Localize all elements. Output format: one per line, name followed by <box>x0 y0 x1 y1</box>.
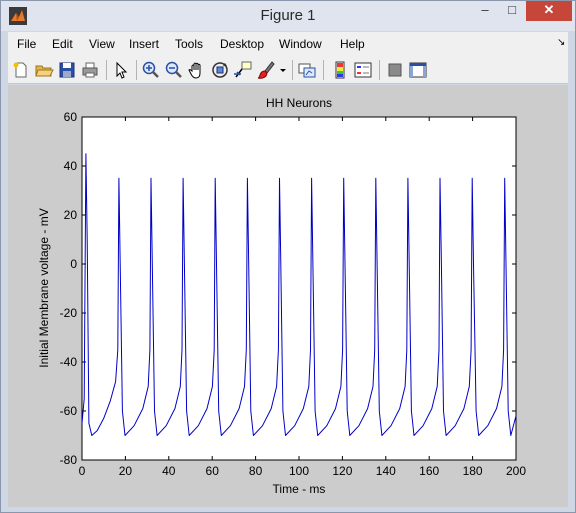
y-axis-label: Initial Membrane voltage - mV <box>37 208 51 367</box>
menu-file[interactable]: File <box>17 37 36 51</box>
figure-window: Figure 1 – □ ✕ File Edit View Insert Too… <box>0 0 576 513</box>
y-tick-label: 60 <box>64 110 78 124</box>
link-plot-icon[interactable] <box>297 60 317 80</box>
edit-plot-icon[interactable] <box>111 60 131 80</box>
y-tick-label: -60 <box>60 404 78 418</box>
save-icon[interactable] <box>57 60 77 80</box>
menu-bar: File Edit View Insert Tools Desktop Wind… <box>8 32 568 56</box>
minimize-button[interactable]: – <box>471 1 499 21</box>
y-tick-label: 0 <box>70 257 77 271</box>
toolbar-separator <box>323 60 324 80</box>
y-tick-label: -20 <box>60 306 78 320</box>
toolbar-separator <box>379 60 380 80</box>
menu-window[interactable]: Window <box>279 37 322 51</box>
x-tick-label: 40 <box>162 464 176 478</box>
pan-icon[interactable] <box>187 60 207 80</box>
x-tick-label: 120 <box>332 464 352 478</box>
toolbar-separator <box>292 60 293 80</box>
toolbar-separator <box>136 60 137 80</box>
x-tick-label: 140 <box>376 464 396 478</box>
menu-tools[interactable]: Tools <box>175 37 203 51</box>
insert-colorbar-icon[interactable] <box>330 60 350 80</box>
rotate-3d-icon[interactable] <box>210 60 230 80</box>
new-figure-icon[interactable] <box>11 60 31 80</box>
chart-title: HH Neurons <box>266 96 332 110</box>
x-tick-label: 160 <box>419 464 439 478</box>
maximize-button[interactable]: □ <box>498 1 526 21</box>
y-tick-label: 40 <box>64 159 78 173</box>
insert-legend-icon[interactable] <box>353 60 373 80</box>
y-tick-label: 20 <box>64 208 78 222</box>
menu-help[interactable]: Help <box>340 37 365 51</box>
x-tick-label: 0 <box>79 464 86 478</box>
axes-box[interactable] <box>81 116 517 461</box>
y-tick-label: -40 <box>60 355 78 369</box>
x-tick-label: 200 <box>506 464 526 478</box>
dock-arrow-icon[interactable]: ↘ <box>557 37 565 48</box>
x-tick-label: 80 <box>249 464 263 478</box>
zoom-out-icon[interactable] <box>164 60 184 80</box>
y-tick-label: -80 <box>60 453 78 467</box>
plot-area: HH Neurons Time - ms Initial Membrane vo… <box>37 96 526 496</box>
toolbar-separator <box>106 60 107 80</box>
figure-toolbar <box>8 56 568 84</box>
data-cursor-icon[interactable] <box>233 60 253 80</box>
x-tick-label: 60 <box>206 464 220 478</box>
menu-desktop[interactable]: Desktop <box>220 37 264 51</box>
x-axis-label: Time - ms <box>273 482 326 496</box>
zoom-in-icon[interactable] <box>141 60 161 80</box>
hide-plot-tools-icon[interactable] <box>385 60 405 80</box>
x-tick-label: 180 <box>463 464 483 478</box>
x-tick-label: 100 <box>289 464 309 478</box>
brush-icon[interactable] <box>256 60 276 80</box>
print-icon[interactable] <box>80 60 100 80</box>
menu-insert[interactable]: Insert <box>129 37 159 51</box>
open-file-icon[interactable] <box>34 60 54 80</box>
figure-canvas: HH Neurons Time - ms Initial Membrane vo… <box>8 85 568 507</box>
close-button[interactable]: ✕ <box>526 1 572 21</box>
show-plot-tools-icon[interactable] <box>408 60 428 80</box>
menu-edit[interactable]: Edit <box>52 37 73 51</box>
menu-view[interactable]: View <box>89 37 115 51</box>
title-bar[interactable]: Figure 1 – □ ✕ <box>1 1 575 31</box>
brush-dropdown-icon[interactable] <box>278 60 288 80</box>
x-tick-label: 20 <box>119 464 133 478</box>
